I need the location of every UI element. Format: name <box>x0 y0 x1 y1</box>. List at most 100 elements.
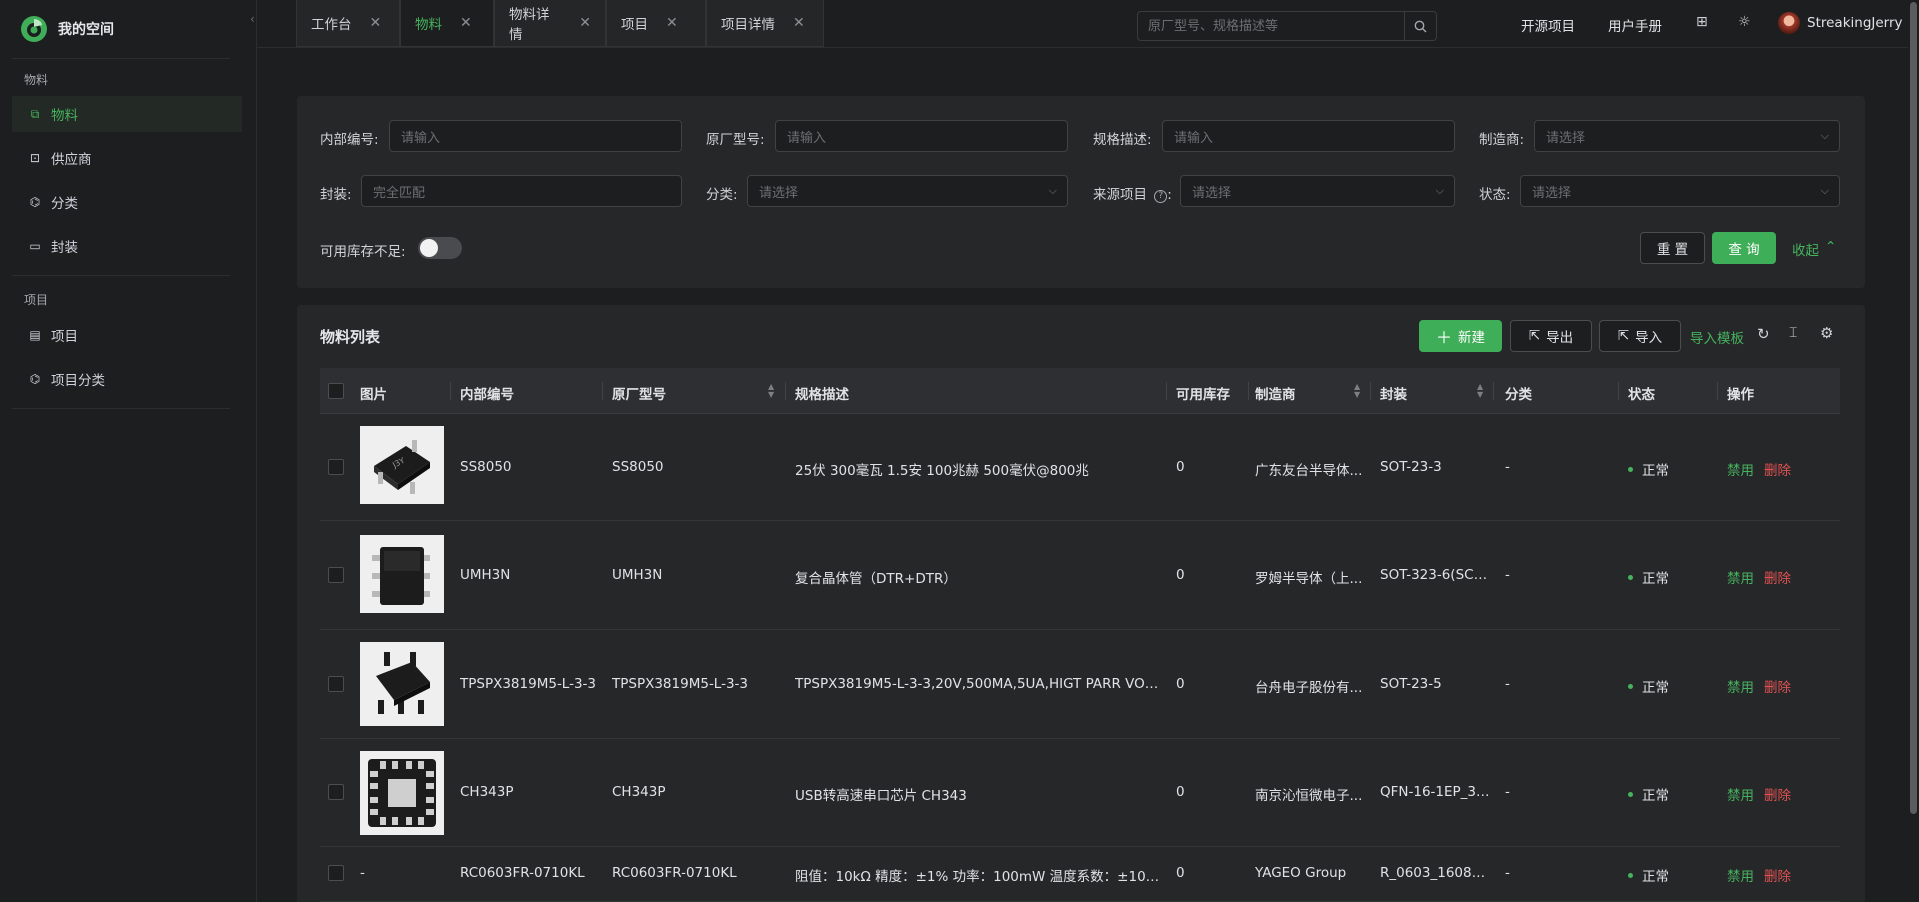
close-icon[interactable]: ✕ <box>460 15 472 31</box>
spec-input[interactable]: 请输入 <box>1162 120 1455 152</box>
delete-button[interactable]: 删除 <box>1764 571 1791 587</box>
part-image[interactable] <box>360 642 444 726</box>
internal-code-link[interactable]: UMH3N <box>460 567 595 583</box>
disable-button[interactable]: 禁用 <box>1727 680 1754 696</box>
delete-button[interactable]: 删除 <box>1764 463 1791 479</box>
divider <box>12 275 230 276</box>
sidebar-item-label: 供应商 <box>51 152 92 168</box>
col-manufacturer[interactable]: 制造商 <box>1255 383 1296 403</box>
sort-icon[interactable]: ▲ ▼ <box>1354 383 1360 399</box>
import-button[interactable]: ⇱ 导入 <box>1599 320 1681 352</box>
part-image[interactable]: J3Y <box>360 426 444 504</box>
chevron-down-icon: ⌵ <box>1048 184 1057 197</box>
global-search-input[interactable] <box>1138 12 1404 40</box>
col-actions: 操作 <box>1727 387 1754 403</box>
col-mfr-part[interactable]: 原厂型号 <box>612 383 666 403</box>
disable-button[interactable]: 禁用 <box>1727 463 1754 479</box>
internal-code-link[interactable]: CH343P <box>460 784 595 800</box>
sidebar-item-project-category[interactable]: ⌬ 项目分类 <box>12 361 242 397</box>
tab-project-detail[interactable]: 项目详情 ✕ <box>706 0 824 47</box>
internal-code-input[interactable]: 请输入 <box>389 120 682 152</box>
close-icon[interactable]: ✕ <box>579 15 591 31</box>
col-internal-code[interactable]: 内部编号 <box>460 383 514 403</box>
brand[interactable]: 我的空间 <box>20 15 114 43</box>
placeholder: 请选择 <box>759 185 799 201</box>
package-link[interactable]: R_0603_1608M... <box>1380 865 1490 881</box>
help-icon[interactable]: ? <box>1154 190 1168 203</box>
close-icon[interactable]: ✕ <box>666 15 678 31</box>
page-scrollbar[interactable] <box>1908 0 1919 902</box>
avatar[interactable] <box>1778 12 1800 34</box>
close-icon[interactable]: ✕ <box>370 15 382 31</box>
mfr-part-input[interactable]: 请输入 <box>775 120 1068 152</box>
package-input[interactable]: 完全匹配 <box>361 175 682 207</box>
search-button[interactable] <box>1404 12 1436 40</box>
delete-button[interactable]: 删除 <box>1764 788 1791 804</box>
disable-button[interactable]: 禁用 <box>1727 788 1754 804</box>
sort-icon[interactable]: ▲ ▼ <box>768 383 774 399</box>
sidebar-item-package[interactable]: ▭ 封装 <box>12 228 242 264</box>
select-all-checkbox[interactable] <box>328 383 344 399</box>
internal-code-link[interactable]: RC0603FR-0710KL <box>460 865 600 881</box>
placeholder: 请输入 <box>401 130 441 146</box>
import-template-link[interactable]: 导入模板 <box>1690 327 1744 347</box>
sidebar-item-supplier[interactable]: ⊡ 供应商 <box>12 140 242 176</box>
close-icon[interactable]: ✕ <box>793 15 805 31</box>
sidebar-item-category[interactable]: ⌬ 分类 <box>12 184 242 220</box>
row-checkbox[interactable] <box>328 459 344 475</box>
tab-material-detail[interactable]: 物料详情 ✕ <box>494 0 606 47</box>
row-checkbox[interactable] <box>328 784 344 800</box>
status-badge: 正常 <box>1628 784 1713 804</box>
tab-workbench[interactable]: 工作台 ✕ <box>296 0 400 47</box>
table-row: UMH3N UMH3N 复合晶体管（DTR+DTR） 0 罗姆半导体（上... … <box>320 521 1840 630</box>
collapse-filters-button[interactable]: 收起 ⌃ <box>1792 239 1836 259</box>
density-icon[interactable]: ⌶ <box>1789 325 1797 341</box>
part-image[interactable] <box>360 535 444 613</box>
divider <box>450 382 451 400</box>
delete-button[interactable]: 删除 <box>1764 869 1791 885</box>
project-category-icon: ⌬ <box>29 372 41 386</box>
sidebar-item-project[interactable]: ▤ 项目 <box>12 317 242 353</box>
manufacturer-select[interactable]: 请选择 ⌵ <box>1534 120 1840 152</box>
sidebar-item-label: 分类 <box>51 196 78 212</box>
query-button[interactable]: 查 询 <box>1712 232 1776 264</box>
category-cell: - <box>1505 865 1510 881</box>
tab-project[interactable]: 项目 ✕ <box>606 0 706 47</box>
stock-cell: 0 <box>1176 784 1185 800</box>
user-manual-link[interactable]: 用户手册 <box>1608 15 1662 35</box>
package-link[interactable]: QFN-16-1EP_3x... <box>1380 784 1490 800</box>
row-checkbox[interactable] <box>328 865 344 881</box>
internal-code-link[interactable]: SS8050 <box>460 459 595 475</box>
package-link[interactable]: SOT-323-6(SC-... <box>1380 567 1490 583</box>
theme-sun-icon[interactable]: ☼ <box>1738 14 1751 30</box>
tab-label: 项目 <box>621 17 648 33</box>
package-link[interactable]: SOT-23-3 <box>1380 459 1490 475</box>
internal-code-link[interactable]: TPSPX3819M5-L-3-3 <box>460 676 600 692</box>
category-icon: ⌬ <box>29 195 41 209</box>
username[interactable]: StreakingJerry <box>1807 15 1903 31</box>
open-source-link[interactable]: 开源项目 <box>1521 15 1575 35</box>
sidebar-item-material[interactable]: ⧉ 物料 <box>12 96 242 132</box>
settings-gear-icon[interactable]: ⚙ <box>1820 324 1833 342</box>
export-button[interactable]: ⇱ 导出 <box>1510 320 1592 352</box>
new-button[interactable]: ＋ 新建 <box>1419 320 1502 352</box>
sidebar-group-project: 项目 <box>24 293 49 307</box>
language-icon[interactable]: ⊞ <box>1696 14 1708 30</box>
package-link[interactable]: SOT-23-5 <box>1380 676 1490 692</box>
source-project-select[interactable]: 请选择 ⌵ <box>1180 175 1455 207</box>
tab-material[interactable]: 物料 ✕ <box>400 0 494 47</box>
row-checkbox[interactable] <box>328 676 344 692</box>
disable-button[interactable]: 禁用 <box>1727 571 1754 587</box>
refresh-icon[interactable]: ↻ <box>1757 325 1770 343</box>
reset-button[interactable]: 重 置 <box>1640 232 1705 264</box>
row-checkbox[interactable] <box>328 567 344 583</box>
part-image[interactable] <box>360 751 444 835</box>
delete-button[interactable]: 删除 <box>1764 680 1791 696</box>
disable-button[interactable]: 禁用 <box>1727 869 1754 885</box>
sort-icon[interactable]: ▲ ▼ <box>1477 383 1483 399</box>
col-package[interactable]: 封装 <box>1380 383 1407 403</box>
category-select[interactable]: 请选择 ⌵ <box>747 175 1068 207</box>
scrollbar-thumb[interactable] <box>1910 2 1917 814</box>
status-select[interactable]: 请选择 ⌵ <box>1520 175 1840 207</box>
low-stock-toggle[interactable] <box>418 237 462 259</box>
